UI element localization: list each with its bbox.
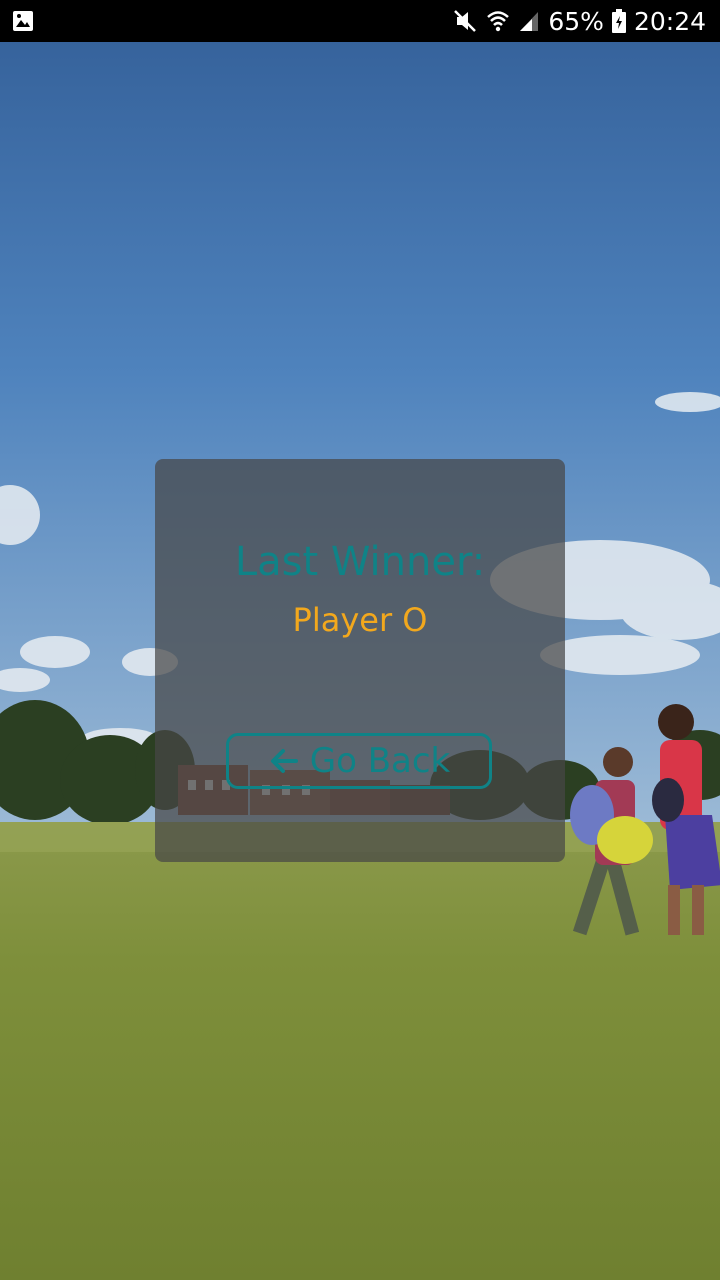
battery-charging-icon <box>611 9 626 33</box>
signal-icon <box>518 9 540 33</box>
mute-icon <box>452 8 478 34</box>
winner-name: Player O <box>292 601 428 639</box>
go-back-button[interactable]: Go Back <box>226 733 492 789</box>
battery-percent: 65% <box>548 6 604 36</box>
go-back-label: Go Back <box>309 741 451 781</box>
wifi-icon <box>486 8 510 34</box>
last-winner-title: Last Winner: <box>234 539 486 585</box>
winner-dialog <box>155 459 565 862</box>
app-screen: 65% 20:24 Last Winner: Player O Go Back <box>0 0 720 1280</box>
arrow-left-icon <box>268 745 300 777</box>
clock: 20:24 <box>633 6 706 36</box>
image-notification-icon <box>12 10 34 32</box>
status-bar: 65% 20:24 <box>0 0 720 42</box>
